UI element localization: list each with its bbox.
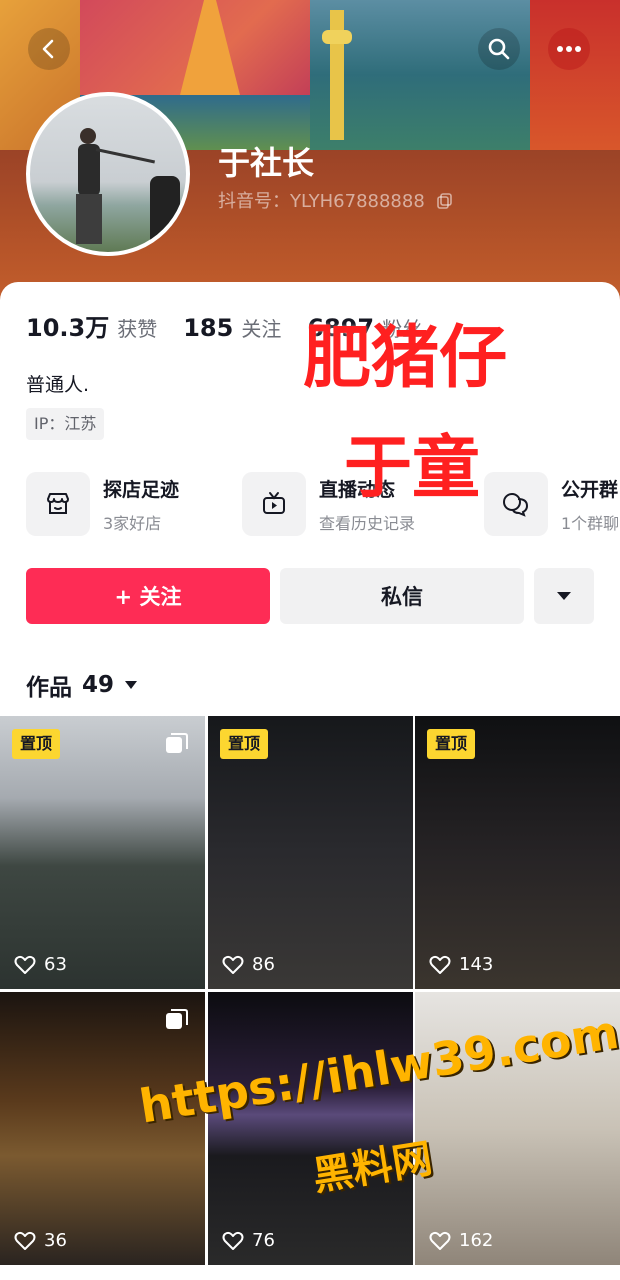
message-button[interactable]: 私信 — [280, 568, 524, 624]
like-count-value: 63 — [44, 954, 67, 975]
following-count[interactable]: 185 — [183, 314, 233, 342]
chat-icon — [484, 472, 548, 536]
avatar-person-body — [78, 144, 100, 196]
like-count: 143 — [429, 954, 493, 975]
works-tab[interactable]: 作品 49 — [26, 668, 138, 702]
search-icon — [488, 38, 510, 60]
chevron-left-icon — [42, 39, 54, 59]
heart-icon — [222, 1231, 244, 1250]
shortcut-subtitle: 查看历史记录 — [319, 513, 416, 533]
shortcut-public-group[interactable]: 公开群 1个群聊 — [484, 472, 619, 536]
heart-icon — [14, 955, 36, 974]
pinned-badge: 置顶 — [427, 729, 476, 759]
likes-count: 10.3万 — [26, 314, 110, 342]
shortcut-subtitle: 1个群聊 — [561, 513, 620, 533]
following-label[interactable]: 关注 — [241, 313, 281, 342]
store-icon — [26, 472, 90, 536]
like-count-value: 86 — [252, 954, 275, 975]
banner-tile — [530, 0, 620, 150]
like-count-value: 76 — [252, 1230, 275, 1251]
heart-icon — [14, 1231, 36, 1250]
video-thumbnail[interactable]: 置顶 86 — [208, 716, 413, 989]
heart-icon — [222, 955, 244, 974]
works-label: 作品 — [26, 675, 72, 701]
like-count-value: 143 — [459, 954, 494, 975]
avatar-chair — [150, 176, 180, 246]
shortcut-title: 探店足迹 — [103, 478, 180, 501]
profile-uid[interactable]: 抖音号：YLYH67888888 — [218, 187, 453, 213]
back-button[interactable] — [28, 28, 70, 70]
multi-image-icon — [166, 733, 188, 753]
profile-name: 于社长 — [218, 144, 315, 182]
like-count: 36 — [14, 1230, 67, 1251]
video-thumbnail[interactable]: 76 — [208, 992, 413, 1265]
avatar-person-legs — [76, 194, 102, 244]
video-thumbnail[interactable]: 置顶 143 — [415, 716, 620, 989]
heart-icon — [429, 955, 451, 974]
like-count: 86 — [222, 954, 275, 975]
multi-image-icon — [166, 1009, 188, 1029]
shortcut-subtitle: 3家好店 — [103, 513, 162, 533]
avatar-golf-club — [95, 148, 156, 164]
profile-bio: 普通人. — [26, 374, 90, 396]
shortcut-store-visits[interactable]: 探店足迹 3家好店 — [26, 472, 179, 536]
shortcut-title: 公开群 — [561, 478, 619, 501]
overlay-caption-line1: 肥猪仔 — [303, 319, 508, 398]
video-thumbnail[interactable]: 置顶 63 — [0, 716, 205, 989]
tv-icon — [242, 472, 306, 536]
pinned-badge: 置顶 — [220, 729, 269, 759]
like-count: 76 — [222, 1230, 275, 1251]
search-button[interactable] — [478, 28, 520, 70]
caret-down-icon — [125, 681, 138, 689]
ip-location-badge: IP：江苏 — [26, 408, 105, 440]
like-count: 63 — [14, 954, 67, 975]
like-count-value: 36 — [44, 1230, 67, 1251]
more-dots-icon — [557, 46, 581, 52]
caret-down-icon — [557, 592, 571, 600]
profile-uid-text: 抖音号：YLYH67888888 — [218, 191, 425, 212]
heart-icon — [429, 1231, 451, 1250]
like-count-value: 162 — [459, 1230, 494, 1251]
avatar[interactable] — [26, 92, 190, 256]
copy-icon[interactable] — [436, 193, 453, 209]
follow-button[interactable]: + 关注 — [26, 568, 270, 624]
recommend-dropdown-button[interactable] — [534, 568, 594, 624]
banner-tower-top — [322, 30, 352, 44]
more-options-button[interactable] — [548, 28, 590, 70]
likes-label: 获赞 — [117, 317, 158, 341]
like-count: 162 — [429, 1230, 493, 1251]
avatar-person-head — [80, 128, 96, 144]
pinned-badge: 置顶 — [12, 729, 61, 759]
overlay-caption-line2: 于童 — [344, 429, 481, 508]
works-count: 49 — [82, 672, 115, 698]
